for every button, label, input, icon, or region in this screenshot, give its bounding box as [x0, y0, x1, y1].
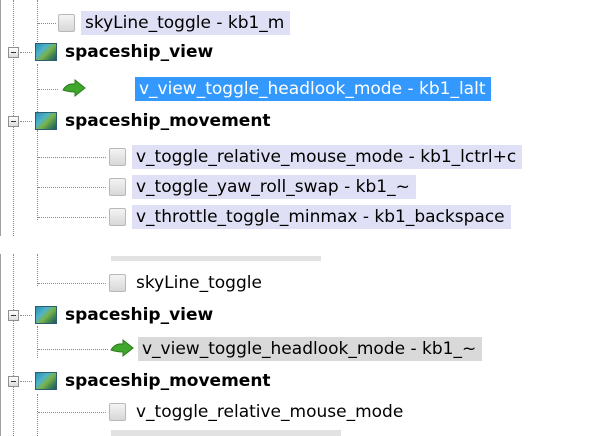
action-icon [109, 403, 126, 421]
keybind-tree-after: skyLine_toggle spaceship_view v_view_tog… [0, 254, 605, 436]
tree-item-label: v_toggle_yaw_roll_swap - kb1_~ [132, 175, 416, 199]
clipped-row [111, 256, 321, 261]
tree-item-label: v_view_toggle_headlook_mode - kb1_~ [138, 337, 483, 361]
tree-item-label: v_throttle_toggle_minmax - kb1_backspace [132, 205, 511, 229]
action-icon [109, 178, 126, 196]
tree-group-spaceship-view[interactable]: spaceship_view [1, 37, 605, 67]
group-icon [35, 43, 57, 61]
tree-group-label: spaceship_view [65, 42, 214, 62]
green-arrow-icon [110, 339, 134, 358]
tree-item-label: v_toggle_relative_mouse_mode [136, 402, 404, 422]
tree-connector [20, 315, 32, 316]
tree-connector [38, 283, 106, 284]
tree-item-label: v_view_toggle_headlook_mode - kb1_lalt [135, 77, 492, 101]
green-arrow-icon [62, 79, 86, 98]
tree-group-spaceship-view[interactable]: spaceship_view [1, 300, 605, 330]
tree-connector [20, 52, 32, 53]
tree-item-skyline-toggle[interactable]: skyLine_toggle - kb1_m [1, 8, 605, 38]
tree-connector [20, 381, 32, 382]
tree-connector [38, 217, 106, 218]
tree-item-label: skyLine_toggle [136, 273, 262, 293]
action-icon [109, 274, 126, 292]
tree-connector [38, 412, 106, 413]
tree-item-skyline-toggle[interactable]: skyLine_toggle [1, 268, 605, 298]
tree-item-yaw-roll-swap[interactable]: v_toggle_yaw_roll_swap - kb1_~ [1, 172, 605, 202]
tree-group-spaceship-movement[interactable]: spaceship_movement [1, 106, 605, 136]
action-icon [58, 14, 75, 32]
keybind-tree-before: skyLine_toggle - kb1_m spaceship_view v_… [0, 0, 605, 236]
tree-item-label: v_toggle_relative_mouse_mode - kb1_lctrl… [132, 145, 523, 169]
tree-connector [38, 157, 106, 158]
tree-connector [38, 187, 106, 188]
tree-item-headlook-mode[interactable]: v_view_toggle_headlook_mode - kb1_~ [1, 334, 605, 364]
tree-item-headlook-mode[interactable]: v_view_toggle_headlook_mode - kb1_lalt [1, 74, 605, 104]
tree-group-label: spaceship_movement [65, 371, 271, 391]
collapse-icon[interactable] [8, 376, 19, 387]
tree-item-throttle-minmax[interactable]: v_throttle_toggle_minmax - kb1_backspace [1, 202, 605, 232]
tree-item-label: skyLine_toggle - kb1_m [81, 11, 291, 35]
tree-item-relative-mouse-mode[interactable]: v_toggle_relative_mouse_mode [1, 397, 605, 427]
action-icon [109, 148, 126, 166]
group-icon [35, 112, 57, 130]
clipped-row [111, 430, 341, 436]
tree-item-relative-mouse-mode[interactable]: v_toggle_relative_mouse_mode - kb1_lctrl… [1, 142, 605, 172]
tree-connector [20, 121, 32, 122]
tree-connector [38, 23, 56, 24]
tree-group-spaceship-movement[interactable]: spaceship_movement [1, 366, 605, 396]
collapse-icon[interactable] [8, 47, 19, 58]
tree-connector [38, 89, 58, 90]
action-icon [109, 208, 126, 226]
collapse-icon[interactable] [8, 310, 19, 321]
group-icon [35, 306, 57, 324]
group-icon [35, 372, 57, 390]
tree-group-label: spaceship_view [65, 305, 214, 325]
collapse-icon[interactable] [8, 116, 19, 127]
tree-group-label: spaceship_movement [65, 111, 271, 131]
tree-connector [38, 349, 108, 350]
